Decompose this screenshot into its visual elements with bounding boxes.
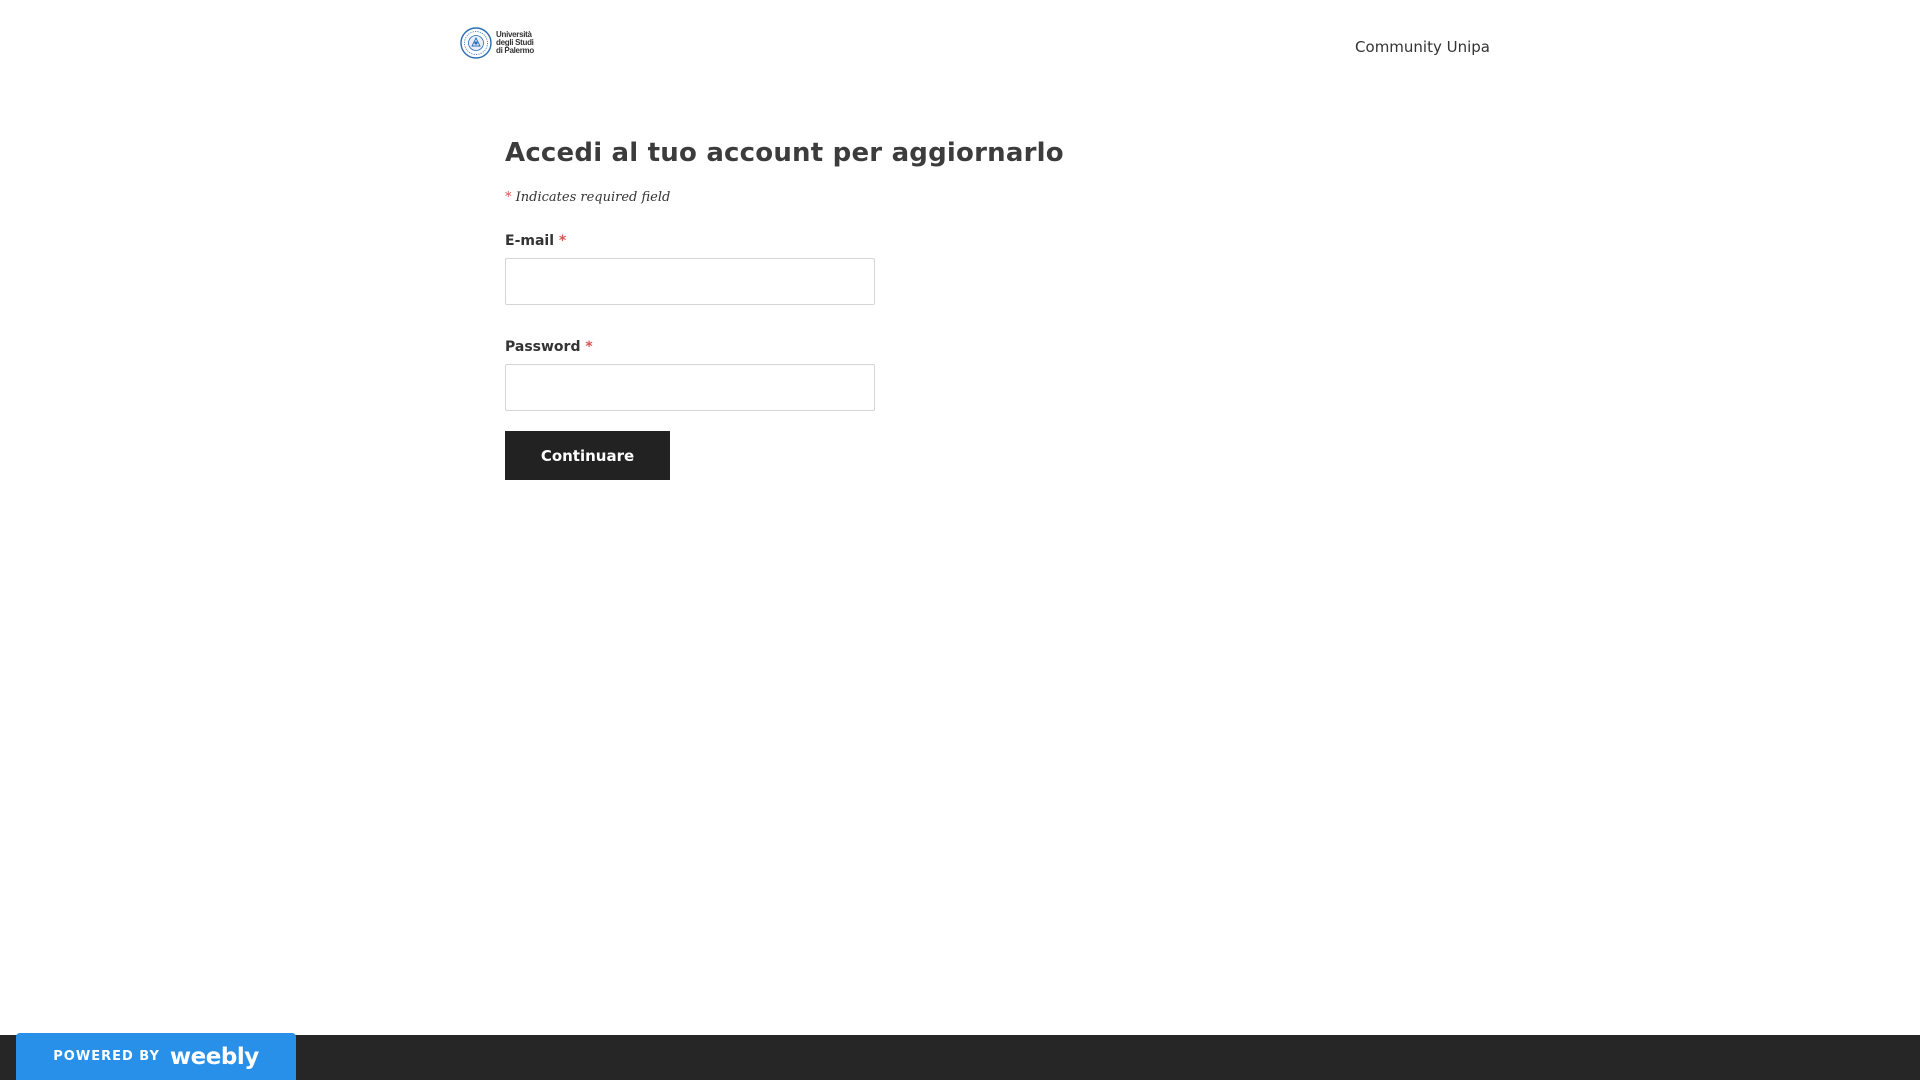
university-seal-icon <box>460 27 492 59</box>
logo-line: di Palermo <box>496 46 534 55</box>
password-label-text: Password <box>505 339 581 355</box>
page: Università degli Studi di Palermo Commun… <box>0 0 1920 1080</box>
email-field[interactable] <box>505 258 875 305</box>
required-marker: * <box>585 339 593 355</box>
weebly-logo: weebly <box>169 1043 259 1070</box>
required-marker: * <box>505 190 512 205</box>
site-header: Università degli Studi di Palermo Commun… <box>460 24 1490 66</box>
password-label: Password * <box>505 339 1205 355</box>
powered-by-weebly-badge[interactable]: POWERED BY weebly <box>16 1033 296 1080</box>
login-form: Accedi al tuo account per aggiornarlo * … <box>505 138 1205 480</box>
continue-button[interactable]: Continuare <box>505 431 670 480</box>
site-logo[interactable]: Università degli Studi di Palermo <box>460 27 534 59</box>
required-marker: * <box>558 233 567 249</box>
logo-wordmark: Università degli Studi di Palermo <box>496 31 534 55</box>
email-label: E-mail * <box>505 233 1205 249</box>
powered-by-label: POWERED BY <box>53 1049 160 1064</box>
required-note-text: Indicates required field <box>515 190 671 205</box>
page-title: Accedi al tuo account per aggiornarlo <box>505 138 1064 168</box>
password-field[interactable] <box>505 364 875 411</box>
nav-link-community-unipa[interactable]: Community Unipa <box>1355 38 1490 56</box>
email-label-text: E-mail <box>505 233 555 249</box>
required-field-note: * Indicates required field <box>505 190 1205 205</box>
